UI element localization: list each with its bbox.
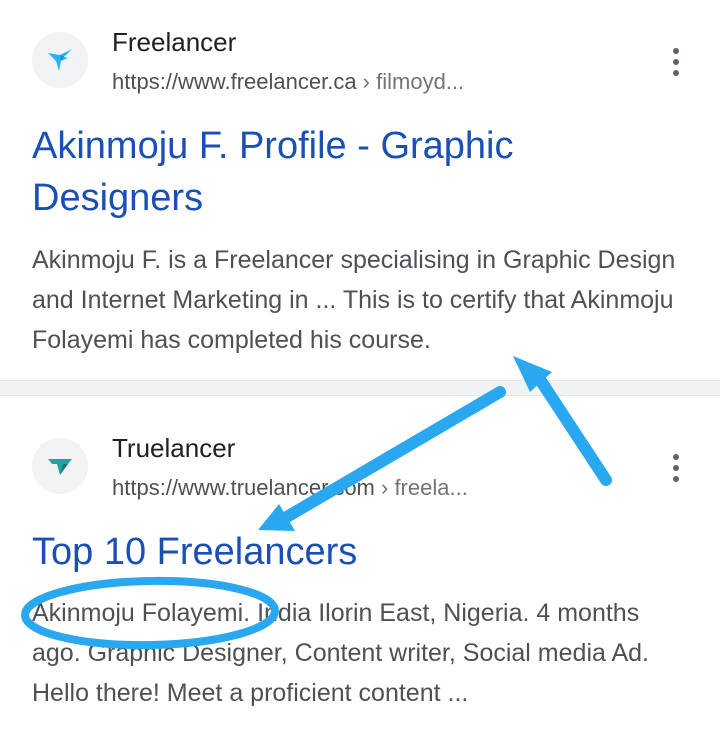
freelancer-favicon[interactable] — [32, 32, 88, 88]
more-vert-icon[interactable] — [664, 42, 688, 82]
site-name[interactable]: Freelancer — [112, 27, 236, 58]
freelancer-bird-icon — [48, 49, 72, 71]
more-vert-icon[interactable] — [664, 448, 688, 488]
site-name[interactable]: Truelancer — [112, 433, 235, 464]
result-title-link[interactable]: Akinmoju F. Profile - Graphic Designers — [32, 120, 692, 224]
truelancer-icon — [48, 459, 72, 475]
annotation-arrow-down — [258, 386, 506, 531]
result-snippet: Akinmoju F. is a Freelancer specialising… — [32, 246, 676, 354]
annotation-arrow-up — [513, 356, 612, 486]
url-base: https://www.truelancer.com — [112, 475, 375, 500]
results-divider — [0, 380, 720, 396]
url-path: › filmoyd... — [356, 69, 465, 94]
url-base: https://www.freelancer.ca — [112, 69, 357, 94]
result-title-link[interactable]: Top 10 Freelancers — [32, 526, 692, 578]
site-url[interactable]: https://www.freelancer.ca › filmoyd... — [112, 69, 464, 95]
site-url[interactable]: https://www.truelancer.com › freela... — [112, 475, 468, 501]
result-snippet: Akinmoju Folayemi. India Ilorin East, Ni… — [32, 599, 649, 707]
url-path: › freela... — [374, 475, 468, 500]
truelancer-favicon[interactable] — [32, 438, 88, 494]
